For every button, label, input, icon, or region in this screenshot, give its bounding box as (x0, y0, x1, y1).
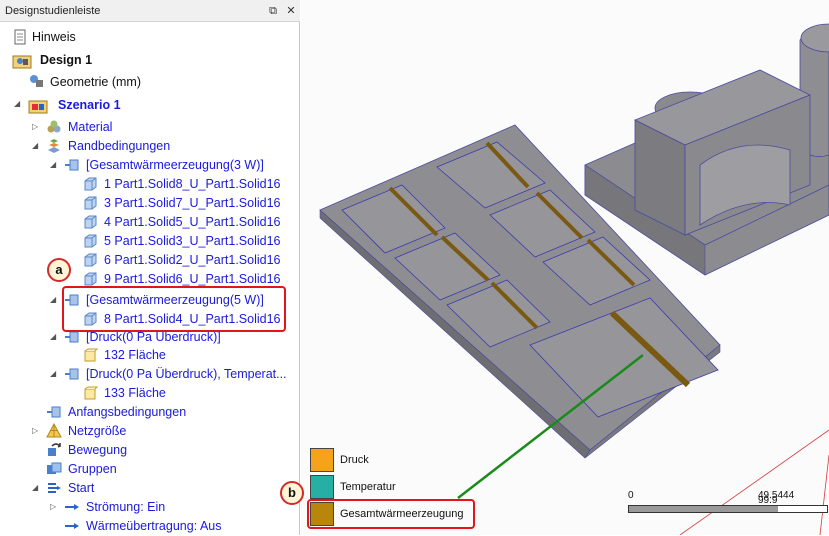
tree-label: Hinweis (32, 30, 76, 44)
heat-source-icon (65, 159, 79, 171)
tree-item-material[interactable]: ▷ Material (0, 118, 300, 137)
callout-a: a (47, 258, 71, 282)
solid-part-icon (84, 215, 97, 229)
axis-line (819, 454, 829, 535)
design-study-bar: Designstudienleiste ⧉ ✕ Hinweis Design 1… (0, 0, 300, 535)
tree-item-geometrie[interactable]: Geometrie (mm) (0, 72, 300, 91)
expand-icon[interactable]: ▷ (32, 426, 42, 436)
heat-transfer-icon (65, 523, 79, 529)
face-icon (84, 348, 98, 362)
tree-label: Geometrie (mm) (50, 75, 141, 89)
collapse-icon[interactable]: ◢ (50, 332, 60, 342)
tree-item-initial-conditions[interactable]: Anfangsbedingungen (0, 403, 300, 422)
tree-label: 1 Part1.Solid8_U_Part1.Solid16 (104, 177, 281, 191)
tree-label: 9 Part1.Solid6_U_Part1.Solid16 (104, 272, 281, 286)
collapse-icon[interactable]: ◢ (14, 99, 24, 109)
highlight-box-a (62, 286, 286, 332)
mesh-icon (46, 423, 62, 438)
tree-item-hinweis[interactable]: Hinweis (0, 28, 300, 47)
highlight-box-b (307, 499, 475, 529)
expand-icon[interactable]: ▷ (32, 122, 42, 132)
tree-item-face[interactable]: 132 Fläche (0, 346, 300, 365)
legend-label: Temperatur (340, 481, 396, 493)
tree-label: 3 Part1.Solid7_U_Part1.Solid16 (104, 196, 281, 210)
tree-item-part[interactable]: 5 Part1.Solid3_U_Part1.Solid16 (0, 232, 300, 251)
collapse-icon[interactable]: ◢ (50, 369, 60, 379)
solid-part-icon (84, 253, 97, 267)
tree-label: 4 Part1.Solid5_U_Part1.Solid16 (104, 215, 281, 229)
collapse-icon[interactable]: ◢ (50, 295, 60, 305)
legend-swatch (310, 475, 334, 499)
tree-label: 6 Part1.Solid2_U_Part1.Solid16 (104, 253, 281, 267)
tree-label: 132 Fläche (104, 348, 166, 362)
scale-bar (628, 505, 828, 513)
expand-icon[interactable]: ▷ (50, 502, 60, 512)
tree-item-part[interactable]: 1 Part1.Solid8_U_Part1.Solid16 (0, 175, 300, 194)
tree-item-flow[interactable]: ▷ Strömung: Ein (0, 498, 300, 517)
axis-line (679, 429, 829, 535)
tree-item-randbedingungen[interactable]: ◢ Randbedingungen (0, 137, 300, 156)
scale-start: 0 (628, 490, 634, 501)
solid-part-icon (84, 234, 97, 248)
tree-label: [Gesamtwärmeerzeugung(3 W)] (86, 158, 264, 172)
tree-item-part[interactable]: 6 Part1.Solid2_U_Part1.Solid16 (0, 251, 300, 270)
face-icon (84, 386, 98, 400)
tree-label: Randbedingungen (68, 139, 171, 153)
tree-item-pressure-2[interactable]: ◢ [Druck(0 Pa Überdruck), Temperat... (0, 365, 300, 384)
solid-part-icon (84, 196, 97, 210)
tree-item-start[interactable]: ◢ Start (0, 479, 300, 498)
tree-item-part[interactable]: 3 Part1.Solid7_U_Part1.Solid16 (0, 194, 300, 213)
legend-label: Druck (340, 454, 369, 466)
tree-label: Bewegung (68, 443, 128, 457)
scenario-icon (28, 100, 48, 114)
panel-title-bar: Designstudienleiste ⧉ ✕ (0, 0, 300, 22)
note-icon (14, 29, 26, 45)
tree-label: [Druck(0 Pa Überdruck)] (86, 330, 221, 344)
collapse-icon[interactable]: ◢ (32, 141, 42, 151)
tree-label: Szenario 1 (58, 98, 121, 112)
tree-item-mesh-size[interactable]: ▷ Netzgröße (0, 422, 300, 441)
tree-item-design[interactable]: Design 1 (0, 50, 300, 69)
tree-item-groups[interactable]: Gruppen (0, 460, 300, 479)
tree-label: Start (68, 481, 95, 495)
callout-b: b (280, 481, 304, 505)
close-icon[interactable]: ✕ (283, 3, 299, 19)
design-icon (12, 55, 32, 69)
initial-conditions-icon (47, 406, 61, 418)
tree-item-szenario[interactable]: ◢ Szenario 1 (0, 95, 300, 114)
panel-title: Designstudienleiste (5, 5, 101, 17)
flow-icon (65, 504, 79, 510)
motion-icon (48, 443, 62, 456)
tree-label: Gruppen (68, 462, 117, 476)
tree-item-face[interactable]: 133 Fläche (0, 384, 300, 403)
tree-label: 133 Fläche (104, 386, 166, 400)
tree-item-motion[interactable]: Bewegung (0, 441, 300, 460)
legend-item-pressure: Druck (310, 448, 460, 472)
tree-label: Netzgröße (68, 424, 127, 438)
legend-swatch (310, 448, 334, 472)
tree-label: Wärmeübertragung: Aus (86, 519, 222, 533)
tree-item-heat-generation-3w[interactable]: ◢ [Gesamtwärmeerzeugung(3 W)] (0, 156, 300, 175)
pressure-icon (65, 368, 79, 380)
collapse-icon[interactable]: ◢ (32, 483, 42, 493)
tree-item-part[interactable]: 4 Part1.Solid5_U_Part1.Solid16 (0, 213, 300, 232)
solid-part-icon (84, 272, 97, 286)
tree-label: Strömung: Ein (86, 500, 166, 514)
tree-item-heat-transfer[interactable]: Wärmeübertragung: Aus (0, 517, 300, 536)
legend-item-temperature: Temperatur (310, 475, 460, 499)
pin-icon[interactable]: ⧉ (265, 3, 281, 19)
solid-part-icon (84, 177, 97, 191)
solve-icon (48, 483, 61, 493)
tree-label: Material (68, 120, 113, 134)
boundary-conditions-icon (48, 139, 60, 153)
collapse-icon[interactable]: ◢ (50, 160, 60, 170)
material-icon (47, 120, 61, 133)
geometry-icon (30, 75, 43, 87)
groups-icon (47, 462, 62, 474)
tree-label: Design 1 (40, 53, 93, 67)
tree-label: 5 Part1.Solid3_U_Part1.Solid16 (104, 234, 281, 248)
tree-label: Anfangsbedingungen (68, 405, 187, 419)
tree-label: [Druck(0 Pa Überdruck), Temperat... (86, 367, 287, 381)
